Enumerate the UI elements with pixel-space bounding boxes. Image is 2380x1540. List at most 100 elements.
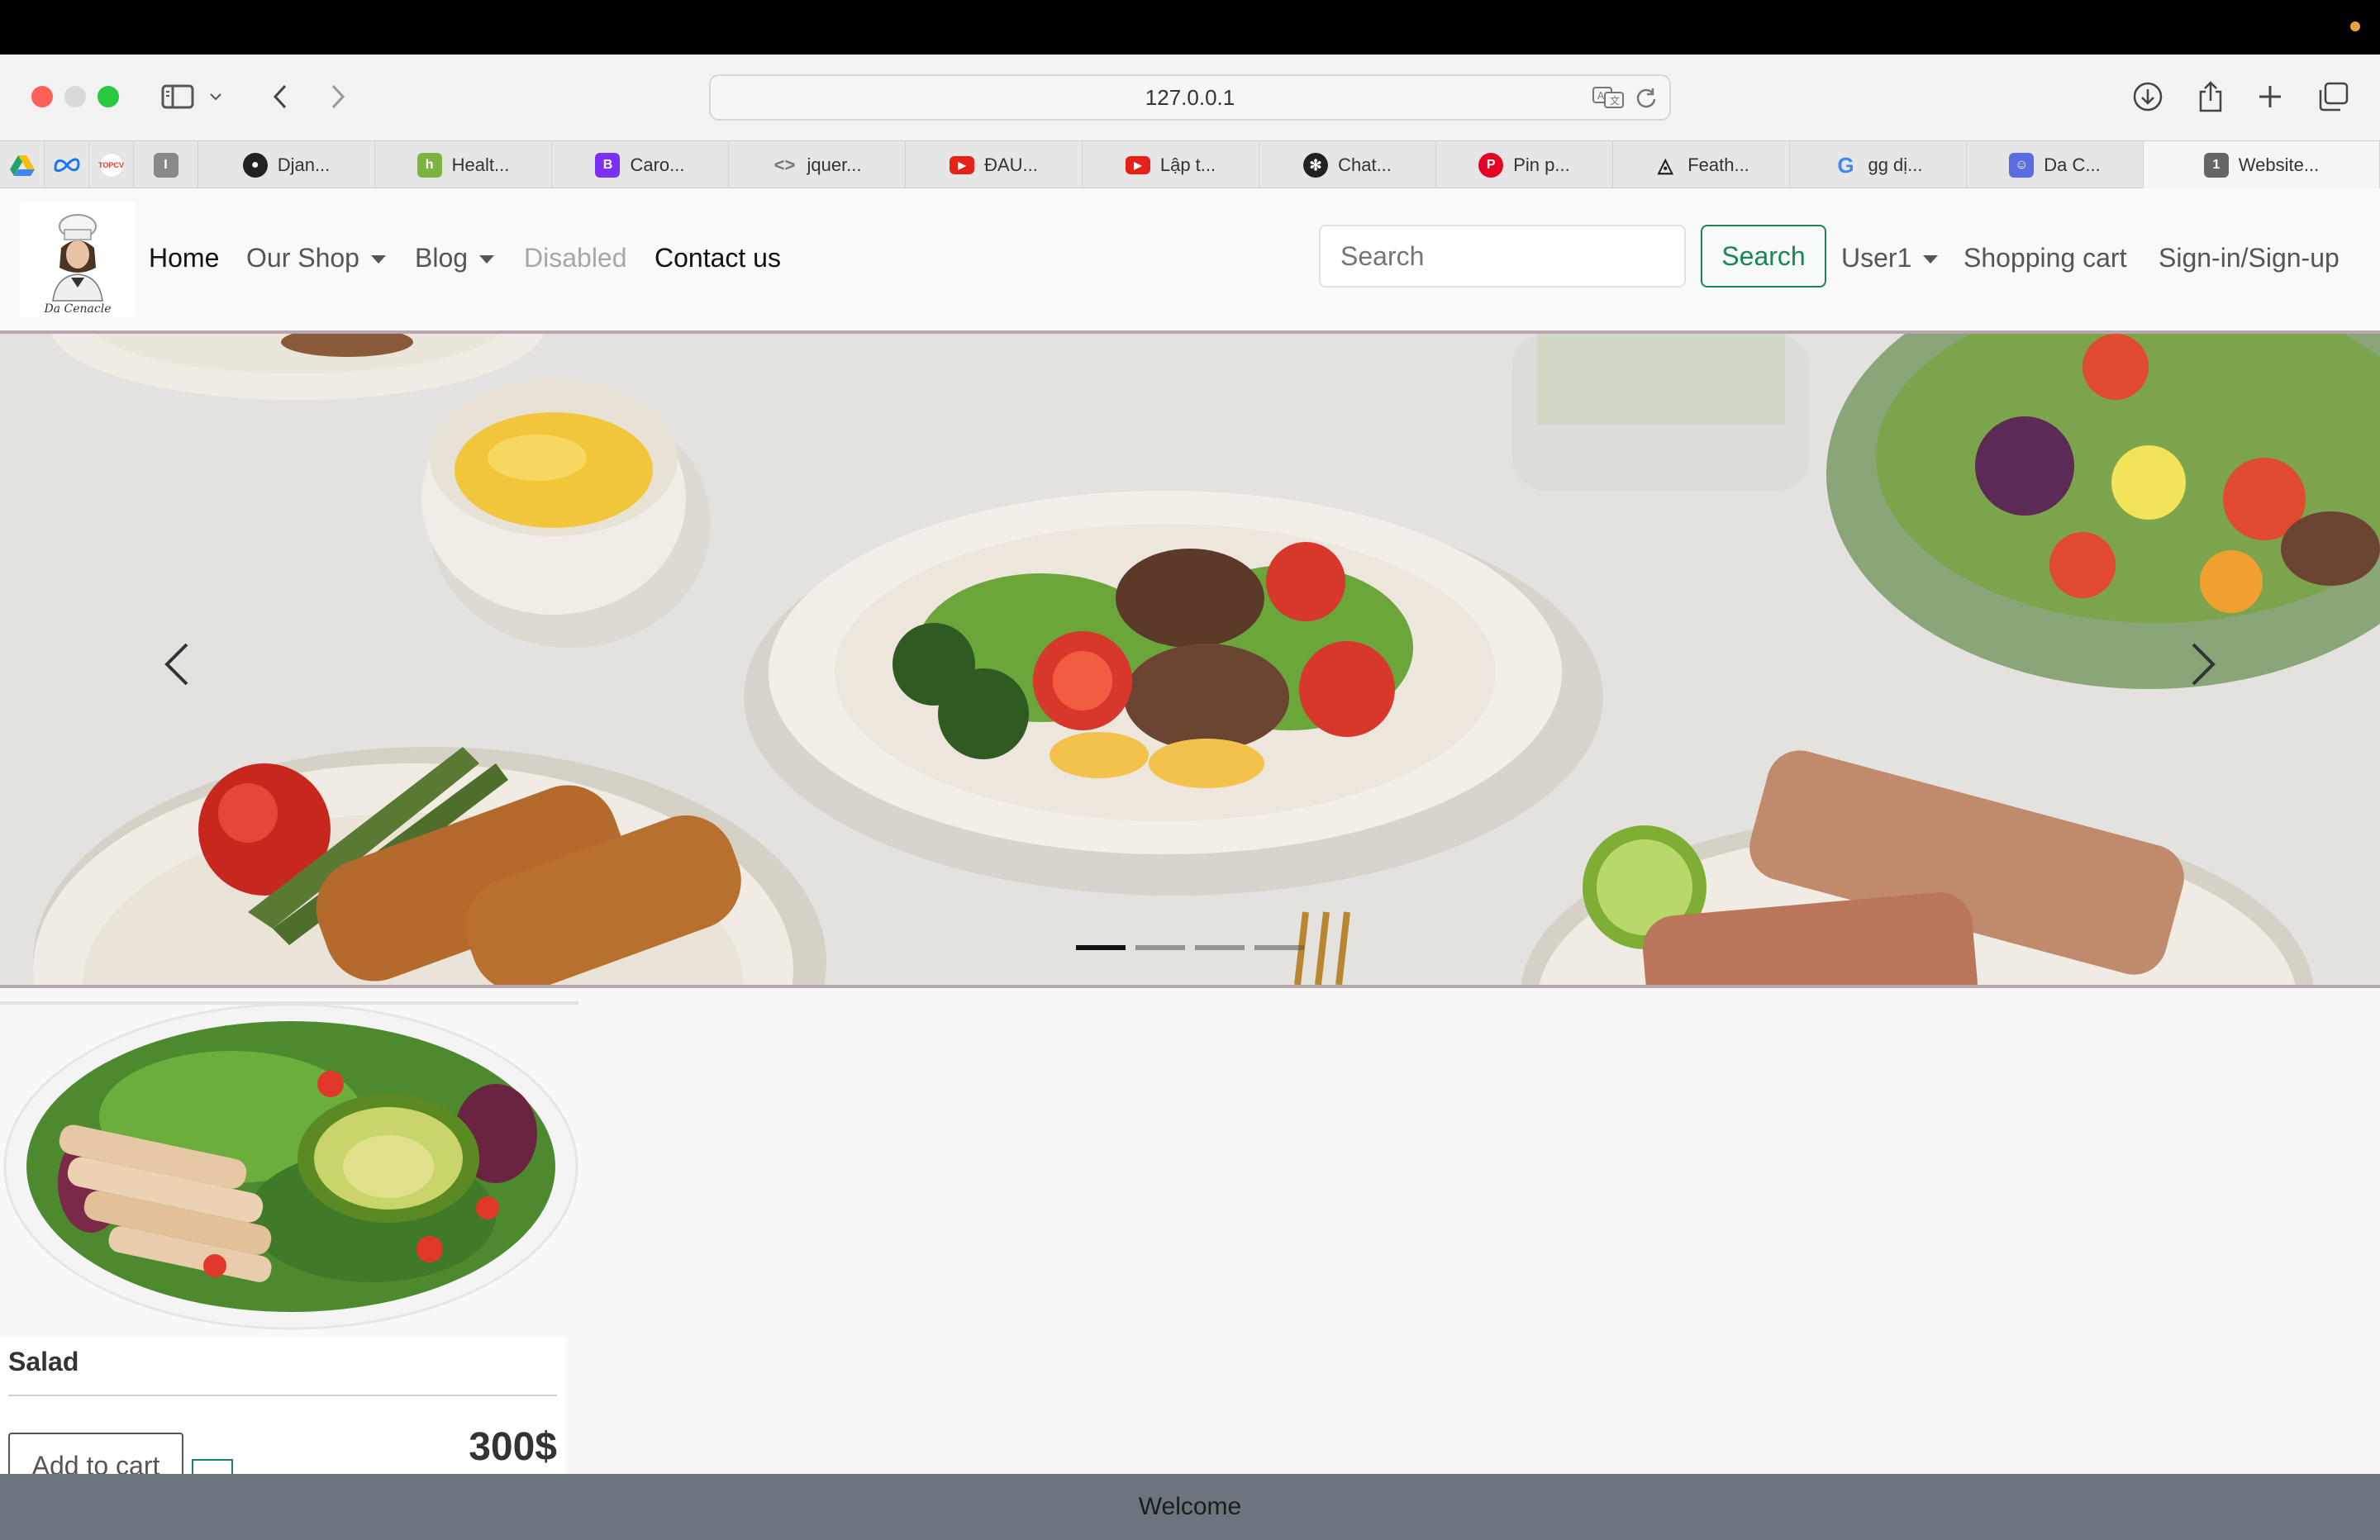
minimize-window-button[interactable] xyxy=(64,86,86,107)
translate-icon[interactable]: A文 xyxy=(1592,76,1625,119)
chevron-down-icon[interactable] xyxy=(203,76,228,117)
search-input[interactable] xyxy=(1319,225,1686,288)
recording-indicator-icon xyxy=(2350,21,2360,31)
tab-bar: TOPCV I ● Djan... h Healt... B Caro... <… xyxy=(0,140,2380,189)
tab-label: Pin p... xyxy=(1513,154,1570,175)
footer-text: Welcome xyxy=(1138,1493,1242,1520)
number-one-icon: 1 xyxy=(2203,153,2229,178)
tab-label: Lập t... xyxy=(1159,154,1216,175)
browser-tab[interactable]: P Pin p... xyxy=(1436,141,1613,189)
os-menu-bar xyxy=(0,0,2380,55)
google-icon: G xyxy=(1837,152,1854,178)
browser-tab[interactable]: G gg dị... xyxy=(1790,141,1967,189)
tab-label: ĐAU... xyxy=(984,154,1038,175)
feather-icon: ◬ xyxy=(1657,154,1673,177)
openai-icon: ✻ xyxy=(1303,153,1329,178)
user-label: User1 xyxy=(1841,243,1912,273)
browser-tab[interactable]: <> jquer... xyxy=(729,141,906,189)
carousel-prev-button[interactable] xyxy=(154,639,203,689)
carousel-indicators xyxy=(1076,945,1304,950)
new-tab-icon[interactable] xyxy=(2249,76,2291,117)
pinned-tab-meta[interactable] xyxy=(45,141,89,189)
tab-label: Website... xyxy=(2238,154,2320,175)
nav-contact-us[interactable]: Contact us xyxy=(654,243,781,273)
tab-label: Feath... xyxy=(1687,154,1749,175)
nav-our-shop-dropdown[interactable]: Our Shop xyxy=(246,243,386,273)
site-navbar: Da Cenacle Home Our Shop Blog Disabled C… xyxy=(0,188,2380,330)
site-footer: Welcome xyxy=(0,1474,2380,1540)
caret-down-icon xyxy=(370,254,386,264)
site-logo[interactable]: Da Cenacle xyxy=(20,202,136,317)
google-drive-icon xyxy=(9,155,35,176)
browser-tab[interactable]: ▶ Lập t... xyxy=(1083,141,1259,189)
nav-contact-label: Contact us xyxy=(654,243,781,273)
search-button[interactable]: Search xyxy=(1701,225,1826,288)
nav-our-shop-label: Our Shop xyxy=(246,243,359,273)
browser-tab[interactable]: ✻ Chat... xyxy=(1259,141,1436,189)
carousel-indicator[interactable] xyxy=(1076,945,1126,950)
tab-label: Chat... xyxy=(1338,154,1392,175)
chevron-left-icon xyxy=(164,643,188,686)
nav-home[interactable]: Home xyxy=(149,243,219,273)
reload-icon[interactable] xyxy=(1635,76,1658,119)
card-divider xyxy=(8,1395,557,1396)
chevron-right-icon xyxy=(2192,643,2216,686)
carousel-next-button[interactable] xyxy=(2177,639,2226,689)
nav-blog-label: Blog xyxy=(415,243,469,273)
bootstrap-icon: B xyxy=(595,153,621,178)
tab-label: jquer... xyxy=(807,154,862,175)
back-arrow-icon[interactable] xyxy=(259,76,301,117)
instapaper-icon: I xyxy=(153,153,178,178)
nav-disabled: Disabled xyxy=(524,243,627,273)
tab-label: Djan... xyxy=(277,154,331,175)
sign-in-label: Sign-in/Sign-up xyxy=(2159,243,2340,273)
pinned-tab-instapaper[interactable]: I xyxy=(134,141,198,189)
hero-carousel[interactable] xyxy=(0,330,2380,988)
tab-label: Da C... xyxy=(2044,154,2101,175)
youtube-icon: ▶ xyxy=(950,156,975,174)
pinned-tab-google-drive[interactable] xyxy=(0,141,45,189)
nav-blog-dropdown[interactable]: Blog xyxy=(415,243,495,273)
svg-text:A: A xyxy=(1597,90,1605,102)
svg-text:Da Cenacle: Da Cenacle xyxy=(44,302,112,316)
browser-tab[interactable]: ▶ ĐAU... xyxy=(906,141,1083,189)
carousel-indicator[interactable] xyxy=(1135,945,1185,950)
browser-tab[interactable]: B Caro... xyxy=(552,141,729,189)
nav-disabled-label: Disabled xyxy=(524,243,627,273)
browser-tab[interactable]: ◬ Feath... xyxy=(1613,141,1790,189)
topcv-icon: TOPCV xyxy=(98,153,124,178)
svg-text:文: 文 xyxy=(1610,94,1620,107)
carousel-indicator[interactable] xyxy=(1195,945,1245,950)
web-page: Da Cenacle Home Our Shop Blog Disabled C… xyxy=(0,188,2380,1540)
tab-overview-icon[interactable] xyxy=(2312,76,2354,117)
downloads-icon[interactable] xyxy=(2127,76,2168,117)
close-window-button[interactable] xyxy=(31,86,53,107)
product-price: 300$ xyxy=(469,1425,557,1469)
carousel-indicator[interactable] xyxy=(1254,945,1304,950)
nav-sign-in-sign-up[interactable]: Sign-in/Sign-up xyxy=(2159,243,2340,273)
chatbot-icon: ☺ xyxy=(2009,153,2035,178)
pinned-tab-topcv[interactable]: TOPCV xyxy=(89,141,134,189)
code-icon: <> xyxy=(774,154,796,175)
food-photo-slide xyxy=(0,334,2380,985)
nav-shopping-cart[interactable]: Shopping cart xyxy=(1963,243,2126,273)
meta-icon xyxy=(53,158,80,173)
forward-arrow-icon[interactable] xyxy=(317,76,359,117)
zoom-window-button[interactable] xyxy=(98,86,119,107)
browser-tab[interactable]: ● Djan... xyxy=(198,141,375,189)
product-title: Salad xyxy=(8,1347,79,1376)
user-dropdown[interactable]: User1 xyxy=(1841,243,1939,273)
shopping-cart-label: Shopping cart xyxy=(1963,243,2127,273)
caret-down-icon xyxy=(479,254,495,264)
share-icon[interactable] xyxy=(2190,76,2231,117)
h-icon: h xyxy=(416,153,442,178)
github-icon: ● xyxy=(242,153,268,178)
browser-tab-active[interactable]: 1 Website... xyxy=(2144,141,2380,189)
tab-label: Caro... xyxy=(630,154,685,175)
browser-tab[interactable]: ☺ Da C... xyxy=(1967,141,2144,189)
browser-tab[interactable]: h Healt... xyxy=(375,141,552,189)
product-image[interactable] xyxy=(0,1001,578,1332)
sidebar-toggle-icon[interactable] xyxy=(157,76,198,117)
browser-toolbar: 127.0.0.1 A文 xyxy=(0,55,2380,140)
address-bar[interactable]: 127.0.0.1 A文 xyxy=(709,74,1671,121)
